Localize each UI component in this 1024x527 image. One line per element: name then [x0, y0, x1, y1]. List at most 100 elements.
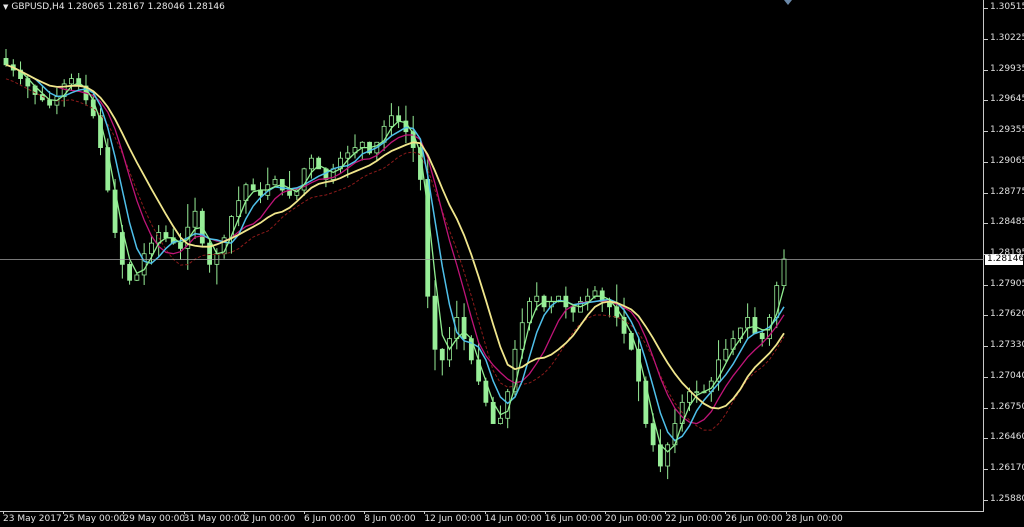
- time-axis-tick: [183, 511, 185, 514]
- price-axis-tick: [984, 376, 988, 378]
- time-axis-tick: [605, 511, 606, 514]
- time-axis-label: 26 Jun 00:00: [725, 514, 783, 524]
- price-axis-tick: [984, 469, 988, 471]
- time-axis-tick: [364, 511, 366, 514]
- price-axis-label: 1.30225: [990, 32, 1024, 43]
- time-axis-tick: [3, 511, 4, 514]
- candle-body: [178, 242, 183, 249]
- candle-body: [687, 391, 692, 403]
- candle-body: [694, 391, 700, 394]
- price-axis-tick: [984, 346, 988, 348]
- price-axis-label: 1.27620: [990, 309, 1024, 320]
- time-axis-label: 25 May 00:00: [63, 514, 125, 524]
- candle-body: [752, 317, 758, 334]
- time-axis-label: 20 Jun 00:00: [605, 514, 663, 524]
- symbol-header: ▼ GBPUSD,H4 1.28065 1.28167 1.28046 1.281…: [3, 2, 225, 12]
- price-axis-label: 1.26460: [990, 432, 1024, 443]
- candle-body: [519, 322, 525, 350]
- time-axis-tick: [63, 511, 65, 514]
- candle-body: [498, 417, 503, 424]
- candle-body: [47, 99, 53, 106]
- candle-body: [69, 78, 74, 85]
- price-axis-label: 1.26750: [990, 401, 1024, 412]
- candle-body: [388, 115, 394, 127]
- time-axis-label: 28 Jun 00:00: [785, 514, 843, 524]
- candles-group: [3, 48, 787, 480]
- candle-body: [149, 242, 154, 255]
- time-axis-tick: [544, 511, 546, 514]
- time-axis-label: 12 Jun 00:00: [424, 514, 482, 524]
- chart-shift-icon[interactable]: [784, 0, 792, 5]
- candle-body: [250, 184, 256, 191]
- candle-body: [141, 253, 147, 276]
- price-axis-tick: [984, 223, 988, 225]
- candle-body: [781, 258, 787, 286]
- price-axis-label: 1.28775: [990, 186, 1024, 197]
- price-axis-tick: [984, 407, 988, 409]
- price-axis-label: 1.26170: [990, 463, 1024, 474]
- candle-body: [214, 253, 220, 265]
- time-axis-tick: [785, 511, 787, 514]
- candle-body: [192, 210, 198, 228]
- time-axis-label: 8 Jun 00:00: [364, 514, 416, 524]
- price-axis-tick: [984, 131, 988, 133]
- candle-body: [3, 58, 9, 66]
- time-axis-tick: [725, 511, 727, 514]
- price-axis-label: 1.28195: [990, 248, 1024, 259]
- candle-body: [723, 348, 729, 361]
- price-chart-svg[interactable]: [0, 0, 984, 512]
- price-axis-label: 1.27040: [990, 370, 1024, 381]
- candle-body: [432, 295, 438, 350]
- price-axis-label: 1.29645: [990, 94, 1024, 105]
- price-axis-label: 1.29065: [990, 155, 1024, 166]
- price-axis-tick: [984, 69, 988, 71]
- candle-body: [643, 380, 649, 424]
- price-axis-tick: [984, 438, 988, 440]
- triangle-down-icon[interactable]: ▼: [3, 3, 8, 11]
- time-axis-tick: [123, 511, 125, 514]
- candle-body: [461, 317, 467, 340]
- candle-body: [650, 423, 656, 446]
- time-axis-label: 29 May 00:00: [123, 514, 186, 524]
- candle-body: [665, 444, 671, 467]
- time-axis-label: 16 Jun 00:00: [544, 514, 602, 524]
- candle-body: [439, 348, 445, 361]
- candle-body: [585, 295, 591, 302]
- price-axis-tick: [984, 315, 988, 317]
- candle-body: [359, 141, 365, 148]
- time-axis-tick: [304, 511, 305, 514]
- time-axis-tick: [484, 511, 486, 514]
- candle-body: [345, 152, 351, 159]
- time-axis-label: 31 May 00:00: [183, 514, 246, 524]
- price-axis-tick: [984, 8, 988, 9]
- candle-body: [592, 290, 598, 297]
- candle-body: [308, 157, 314, 170]
- candle-body: [657, 444, 663, 467]
- candle-body: [127, 263, 133, 281]
- time-axis-tick: [424, 511, 426, 514]
- price-axis-tick: [984, 500, 988, 501]
- symbol-name: GBPUSD,H4: [11, 2, 65, 12]
- candle-body: [759, 332, 765, 340]
- price-axis-label: 1.27905: [990, 279, 1024, 290]
- candle-body: [134, 274, 140, 281]
- time-axis-label: 22 Jun 00:00: [665, 514, 723, 524]
- price-axis-label: 1.28485: [990, 217, 1024, 228]
- time-axis-tick: [665, 511, 667, 514]
- price-axis-tick: [984, 100, 988, 102]
- time-axis-tick: [243, 511, 245, 514]
- price-axis-tick: [984, 285, 988, 287]
- time-axis-label: 2 Jun 00:00: [243, 514, 296, 524]
- price-axis-tick: [984, 192, 988, 194]
- candle-body: [163, 232, 169, 239]
- price-axis-tick: [984, 161, 988, 163]
- price-axis-tick: [984, 38, 988, 40]
- price-axis-label: 1.27330: [990, 340, 1024, 351]
- ohlc-values: 1.28065 1.28167 1.28046 1.28146: [67, 2, 225, 12]
- price-axis-label: 1.30515: [990, 2, 1024, 12]
- candle-body: [745, 317, 751, 329]
- price-axis-label: 1.29935: [990, 63, 1024, 74]
- price-axis-label: 1.29355: [990, 125, 1024, 136]
- candle-body: [570, 306, 576, 313]
- chart-area[interactable]: ▼ GBPUSD,H4 1.28065 1.28167 1.28046 1.281…: [0, 0, 984, 512]
